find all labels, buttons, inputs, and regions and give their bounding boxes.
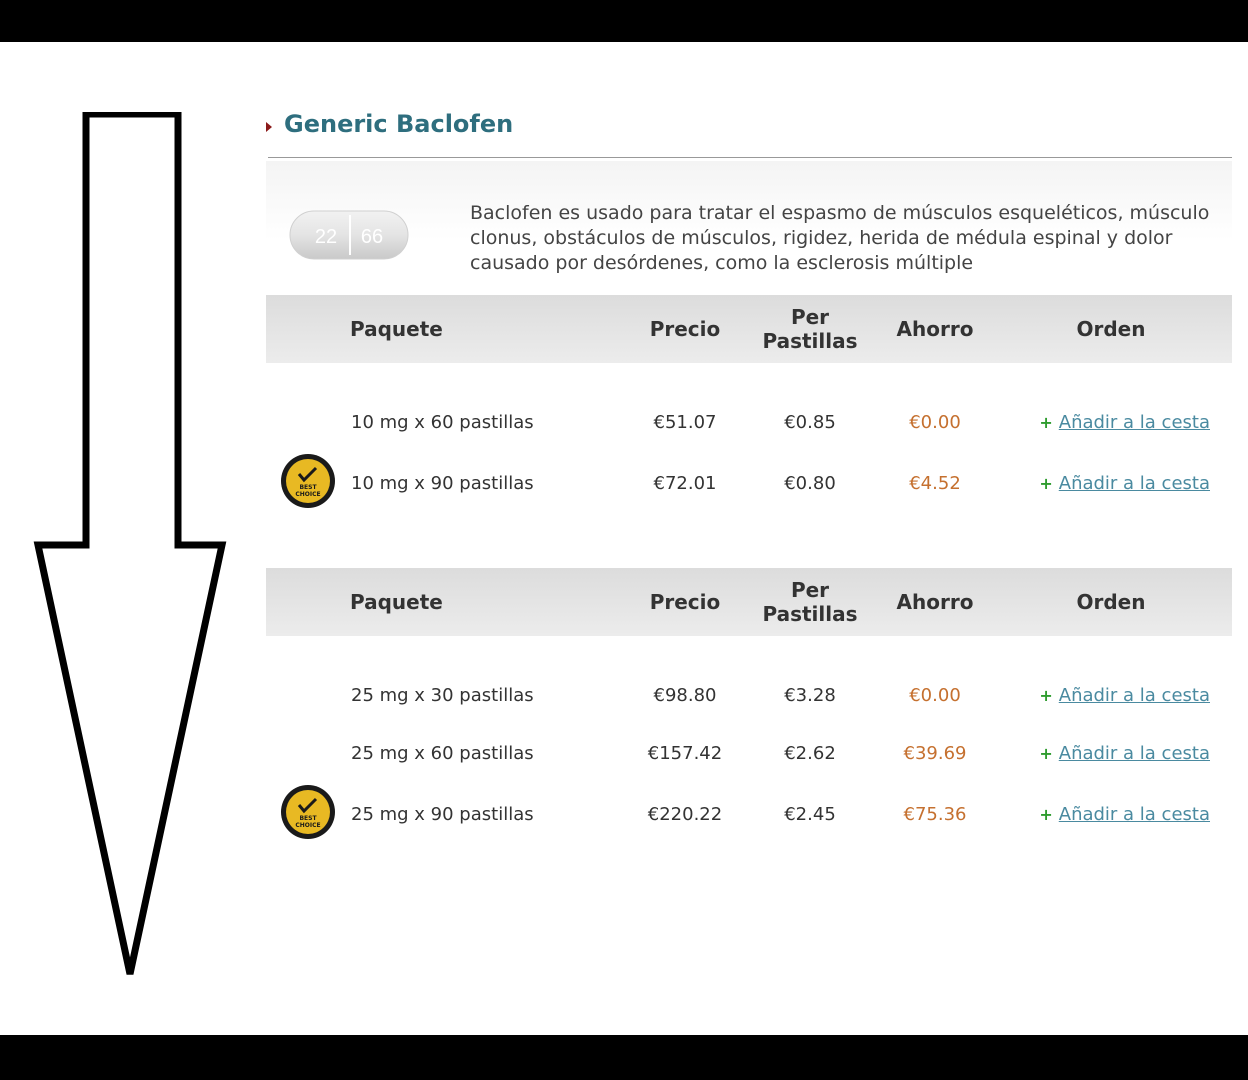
plus-icon: +: [1039, 474, 1053, 493]
table-header-row: Paquete Precio Per Pastillas Ahorro Orde…: [266, 295, 1232, 363]
package-cell: 25 mg x 90 pastillas: [351, 804, 534, 825]
header-badge: [266, 295, 350, 363]
svg-text:CHOICE: CHOICE: [295, 491, 320, 498]
product-panel: Generic Baclofen 22 66 Baclofen es usado…: [266, 94, 1232, 847]
table-row: BEST CHOICE 25 mg x 90 pastillas €220.22…: [266, 782, 1232, 847]
header-savings: Ahorro: [896, 590, 974, 614]
add-to-cart-link[interactable]: Añadir a la cesta: [1059, 804, 1210, 825]
badge-cell: BEST CHOICE: [266, 451, 350, 516]
package-cell: 10 mg x 90 pastillas: [351, 473, 534, 494]
header-package: Paquete: [350, 317, 443, 341]
header-order: Orden: [1076, 317, 1146, 341]
per-pill-cell: €3.28: [784, 684, 836, 706]
product-title: Generic Baclofen: [284, 110, 514, 138]
header-badge: [266, 568, 350, 636]
package-cell: 10 mg x 60 pastillas: [351, 411, 534, 433]
description-row: 22 66 Baclofen es usado para tratar el e…: [266, 161, 1232, 293]
product-description: Baclofen es usado para tratar el espasmo…: [470, 202, 1210, 274]
title-divider: [268, 157, 1232, 158]
add-to-cart-link[interactable]: Añadir a la cesta: [1059, 473, 1210, 494]
badge-cell: [266, 666, 350, 724]
per-pill-cell: €0.85: [784, 411, 836, 433]
order-cell: + Añadir a la cesta: [990, 666, 1232, 724]
savings-cell: €0.00: [909, 411, 961, 433]
add-to-cart-link[interactable]: Añadir a la cesta: [1059, 743, 1210, 764]
best-choice-badge-icon: BEST CHOICE: [281, 454, 335, 508]
price-cell: €220.22: [647, 804, 723, 825]
savings-cell: €4.52: [909, 473, 961, 494]
table-row: 25 mg x 60 pastillas €157.42 €2.62 €39.6…: [266, 724, 1232, 782]
title-row: Generic Baclofen: [266, 94, 1232, 158]
svg-text:CHOICE: CHOICE: [295, 822, 320, 829]
table-header-row: Paquete Precio Per Pastillas Ahorro Orde…: [266, 568, 1232, 636]
screen: Generic Baclofen 22 66 Baclofen es usado…: [0, 42, 1248, 1035]
add-to-cart-link[interactable]: Añadir a la cesta: [1059, 685, 1210, 706]
table-row: 25 mg x 30 pastillas €98.80 €3.28 €0.00 …: [266, 666, 1232, 724]
plus-icon: +: [1039, 685, 1053, 705]
header-price: Precio: [649, 590, 721, 614]
bullet-icon: [266, 122, 272, 132]
savings-cell: €75.36: [903, 804, 967, 825]
price-cell: €98.80: [653, 684, 717, 706]
pill-image: 22 66: [288, 207, 412, 267]
price-cell: €157.42: [647, 742, 723, 764]
down-arrow-icon: [33, 112, 227, 975]
package-cell: 25 mg x 60 pastillas: [351, 742, 534, 764]
best-choice-badge-icon: BEST CHOICE: [281, 785, 335, 839]
header-package: Paquete: [350, 590, 443, 614]
savings-cell: €39.69: [903, 742, 967, 764]
svg-text:BEST: BEST: [299, 484, 317, 491]
table-row: BEST CHOICE 10 mg x 90 pastillas €72.01 …: [266, 451, 1232, 516]
badge-cell: BEST CHOICE: [266, 782, 350, 847]
header-order: Orden: [1076, 590, 1146, 614]
plus-icon: +: [1039, 805, 1053, 824]
price-cell: €72.01: [653, 473, 717, 494]
order-cell: + Añadir a la cesta: [990, 782, 1232, 847]
order-cell: + Añadir a la cesta: [990, 724, 1232, 782]
per-pill-cell: €2.45: [784, 804, 836, 825]
per-pill-cell: €2.62: [784, 742, 836, 764]
header-savings: Ahorro: [896, 317, 974, 341]
header-price: Precio: [649, 317, 721, 341]
package-cell: 25 mg x 30 pastillas: [351, 684, 534, 706]
svg-text:BEST: BEST: [299, 815, 317, 822]
plus-icon: +: [1039, 743, 1053, 763]
order-cell: + Añadir a la cesta: [990, 393, 1232, 451]
order-cell: + Añadir a la cesta: [990, 451, 1232, 516]
price-table-1: Paquete Precio Per Pastillas Ahorro Orde…: [266, 295, 1232, 568]
badge-cell: [266, 724, 350, 782]
header-per-pill: Per Pastillas: [762, 578, 858, 626]
plus-icon: +: [1039, 412, 1053, 432]
per-pill-cell: €0.80: [784, 473, 836, 494]
price-cell: €51.07: [653, 411, 717, 433]
add-to-cart-link[interactable]: Añadir a la cesta: [1059, 412, 1210, 433]
header-per-pill: Per Pastillas: [762, 305, 858, 353]
badge-cell: [266, 393, 350, 451]
pill-imprint-left: 22: [315, 226, 337, 248]
price-table-2: Paquete Precio Per Pastillas Ahorro Orde…: [266, 568, 1232, 847]
savings-cell: €0.00: [909, 684, 961, 706]
pill-imprint-right: 66: [361, 226, 383, 248]
table-row: 10 mg x 60 pastillas €51.07 €0.85 €0.00 …: [266, 393, 1232, 451]
